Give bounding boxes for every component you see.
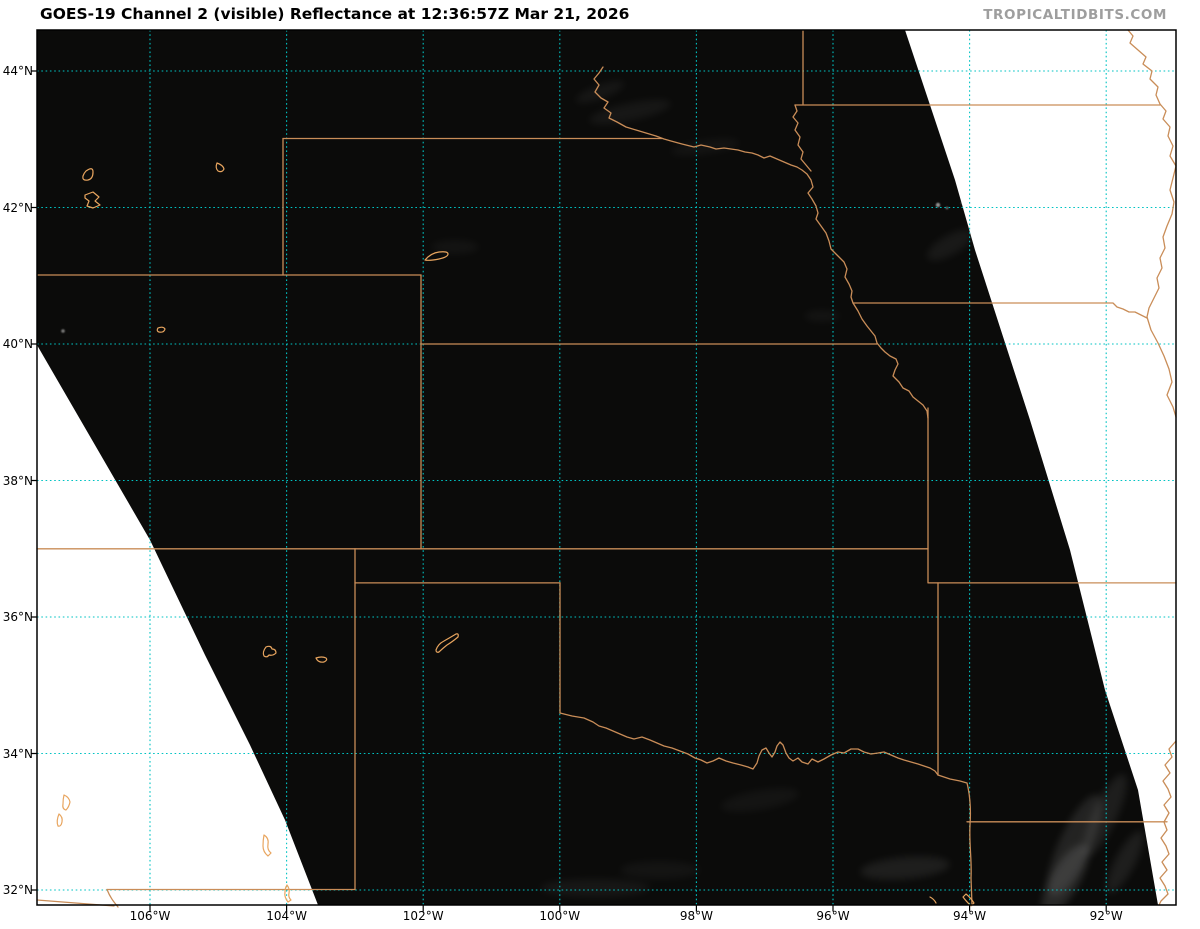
mississippi-river-lower bbox=[1159, 741, 1176, 905]
page: { "header": { "title": "GOES-19 Channel … bbox=[0, 0, 1200, 929]
lon-tick-label: 102°W bbox=[391, 909, 455, 923]
lon-tick-label: 98°W bbox=[664, 909, 728, 923]
mississippi-river-upper bbox=[1128, 30, 1176, 417]
lon-tick-label: 106°W bbox=[118, 909, 182, 923]
lat-tick-label: 32°N bbox=[0, 882, 33, 898]
lon-tick-label: 92°W bbox=[1074, 909, 1138, 923]
satellite-map bbox=[0, 0, 1200, 929]
lat-tick-label: 36°N bbox=[0, 609, 33, 625]
lat-tick-label: 40°N bbox=[0, 336, 33, 352]
lon-tick-label: 100°W bbox=[528, 909, 592, 923]
lat-tick-label: 38°N bbox=[0, 473, 33, 489]
lat-tick-label: 42°N bbox=[0, 200, 33, 216]
lon-tick-label: 104°W bbox=[255, 909, 319, 923]
lon-tick-label: 94°W bbox=[938, 909, 1002, 923]
lat-tick-label: 34°N bbox=[0, 746, 33, 762]
lat-tick-label: 44°N bbox=[0, 63, 33, 79]
lon-tick-label: 96°W bbox=[801, 909, 865, 923]
scan-region bbox=[37, 30, 1158, 905]
